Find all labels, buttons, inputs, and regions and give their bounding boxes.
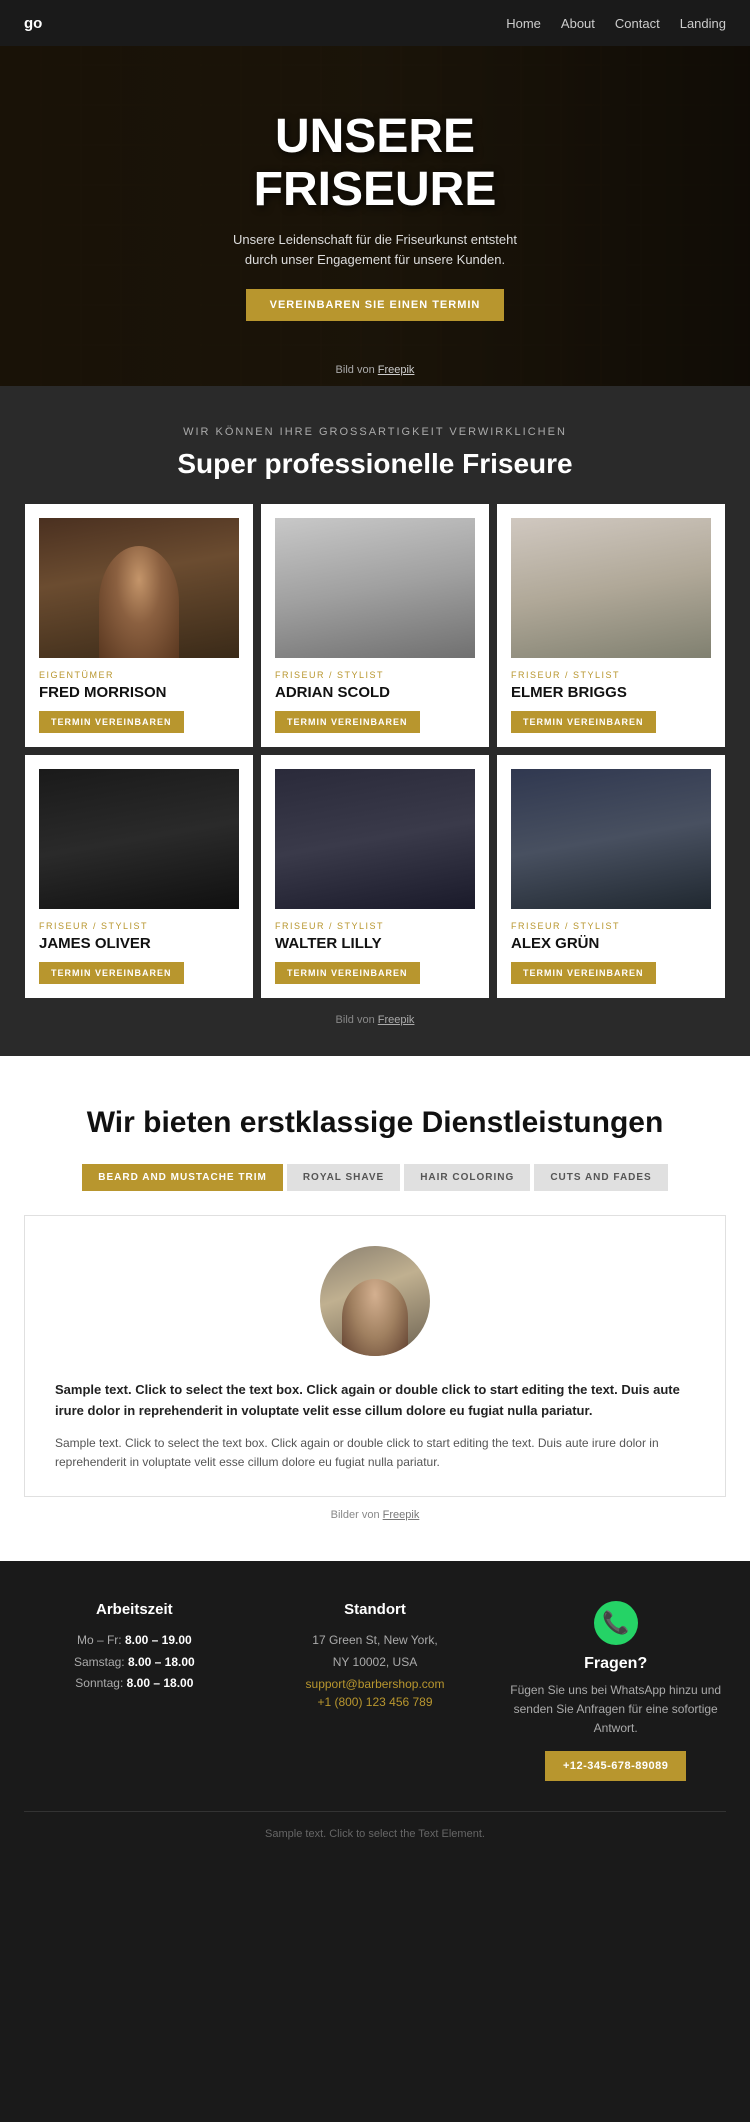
team-card-fred: EIGENTÜMER FRED MORRISON TERMIN VEREINBA… — [25, 504, 253, 747]
team-role-james: FRISEUR / STYLIST — [39, 921, 239, 931]
team-btn-james[interactable]: TERMIN VEREINBAREN — [39, 962, 184, 984]
team-image-elmer — [511, 518, 711, 658]
logo[interactable]: go — [24, 15, 42, 32]
team-name-alex: ALEX GRÜN — [511, 935, 711, 952]
fragen-title: Fragen? — [505, 1655, 726, 1673]
team-role-walter: FRISEUR / STYLIST — [275, 921, 475, 931]
team-image-alex — [511, 769, 711, 909]
team-btn-walter[interactable]: TERMIN VEREINBAREN — [275, 962, 420, 984]
tab-beard[interactable]: BEARD AND MUSTACHE TRIM — [82, 1164, 283, 1191]
hero-credit: Bild von Freepik — [336, 364, 415, 376]
service-tabs: BEARD AND MUSTACHE TRIM ROYAL SHAVE HAIR… — [24, 1164, 726, 1191]
team-name-fred: FRED MORRISON — [39, 684, 239, 701]
footer-arbeitszeit: Arbeitszeit Mo – Fr: 8.00 – 19.00 Samsta… — [24, 1601, 245, 1781]
team-name-walter: WALTER LILLY — [275, 935, 475, 952]
team-image-walter — [275, 769, 475, 909]
team-grid: EIGENTÜMER FRED MORRISON TERMIN VEREINBA… — [25, 504, 725, 998]
nav-home[interactable]: Home — [506, 16, 541, 31]
team-card-elmer: FRISEUR / STYLIST ELMER BRIGGS TERMIN VE… — [497, 504, 725, 747]
team-btn-alex[interactable]: TERMIN VEREINBAREN — [511, 962, 656, 984]
team-credit: Bild von Freepik — [24, 1014, 726, 1026]
team-image-james — [39, 769, 239, 909]
hero-credit-link[interactable]: Freepik — [378, 364, 415, 376]
hours-row-samstag: Samstag: 8.00 – 18.00 — [24, 1652, 245, 1674]
hero-cta-button[interactable]: VEREINBAREN SIE EINEN TERMIN — [246, 289, 505, 321]
nav-contact[interactable]: Contact — [615, 16, 660, 31]
nav-landing[interactable]: Landing — [680, 16, 726, 31]
nav-links: Home About Contact Landing — [506, 16, 726, 31]
team-btn-elmer[interactable]: TERMIN VEREINBAREN — [511, 711, 656, 733]
footer-grid: Arbeitszeit Mo – Fr: 8.00 – 19.00 Samsta… — [24, 1601, 726, 1781]
whatsapp-icon[interactable]: 📞 — [594, 1601, 638, 1645]
team-name-james: JAMES OLIVER — [39, 935, 239, 952]
standort-phone[interactable]: +1 (800) 123 456 789 — [265, 1695, 486, 1709]
hours-row-mofr: Mo – Fr: 8.00 – 19.00 — [24, 1630, 245, 1652]
whatsapp-button[interactable]: +12-345-678-89089 — [545, 1751, 686, 1781]
nav-about[interactable]: About — [561, 16, 595, 31]
team-card-walter: FRISEUR / STYLIST WALTER LILLY TERMIN VE… — [261, 755, 489, 998]
standort-address1: 17 Green St, New York, — [265, 1630, 486, 1652]
hero-content: UNSERE FRISEURE Unsere Leidenschaft für … — [225, 111, 525, 322]
team-card-alex: FRISEUR / STYLIST ALEX GRÜN TERMIN VEREI… — [497, 755, 725, 998]
footer: Arbeitszeit Mo – Fr: 8.00 – 19.00 Samsta… — [0, 1561, 750, 1860]
hero-subtitle: Unsere Leidenschaft für die Friseurkunst… — [225, 230, 525, 269]
team-card-adrian: FRISEUR / STYLIST ADRIAN SCOLD TERMIN VE… — [261, 504, 489, 747]
team-role-elmer: FRISEUR / STYLIST — [511, 670, 711, 680]
navbar: go Home About Contact Landing — [0, 0, 750, 46]
footer-kontakt: 📞 Fragen? Fügen Sie uns bei WhatsApp hin… — [505, 1601, 726, 1781]
services-credit: Bilder von Freepik — [24, 1509, 726, 1521]
service-content-panel: Sample text. Click to select the text bo… — [24, 1215, 726, 1497]
service-text-normal: Sample text. Click to select the text bo… — [55, 1434, 695, 1472]
team-image-adrian — [275, 518, 475, 658]
team-role-adrian: FRISEUR / STYLIST — [275, 670, 475, 680]
fragen-text: Fügen Sie uns bei WhatsApp hinzu und sen… — [505, 1681, 726, 1739]
team-section: WIR KÖNNEN IHRE GROSSARTIGKEIT VERWIRKLI… — [0, 386, 750, 1056]
tab-coloring[interactable]: HAIR COLORING — [404, 1164, 530, 1191]
team-btn-adrian[interactable]: TERMIN VEREINBAREN — [275, 711, 420, 733]
team-role-fred: EIGENTÜMER — [39, 670, 239, 680]
team-name-elmer: ELMER BRIGGS — [511, 684, 711, 701]
services-section: Wir bieten erstklassige Dienstleistungen… — [0, 1056, 750, 1561]
team-section-label: WIR KÖNNEN IHRE GROSSARTIGKEIT VERWIRKLI… — [24, 426, 726, 438]
tab-shave[interactable]: ROYAL SHAVE — [287, 1164, 400, 1191]
arbeitszeit-title: Arbeitszeit — [24, 1601, 245, 1618]
team-section-title: Super professionelle Friseure — [24, 448, 726, 480]
footer-bottom-text: Sample text. Click to select the Text El… — [24, 1828, 726, 1840]
hero-title: UNSERE FRISEURE — [225, 111, 525, 217]
tab-cuts[interactable]: CUTS AND FADES — [534, 1164, 667, 1191]
team-image-fred — [39, 518, 239, 658]
team-btn-fred[interactable]: TERMIN VEREINBAREN — [39, 711, 184, 733]
hours-row-sonntag: Sonntag: 8.00 – 18.00 — [24, 1673, 245, 1695]
service-text-bold: Sample text. Click to select the text bo… — [55, 1380, 695, 1422]
standort-email[interactable]: support@barbershop.com — [265, 1677, 486, 1691]
service-portrait-image — [320, 1246, 430, 1356]
team-credit-link[interactable]: Freepik — [378, 1014, 415, 1026]
standort-address2: NY 10002, USA — [265, 1652, 486, 1674]
team-card-james: FRISEUR / STYLIST JAMES OLIVER TERMIN VE… — [25, 755, 253, 998]
footer-standort: Standort 17 Green St, New York, NY 10002… — [265, 1601, 486, 1781]
services-title: Wir bieten erstklassige Dienstleistungen — [24, 1106, 726, 1140]
standort-title: Standort — [265, 1601, 486, 1618]
footer-bottom: Sample text. Click to select the Text El… — [24, 1811, 726, 1840]
hero-section: UNSERE FRISEURE Unsere Leidenschaft für … — [0, 46, 750, 386]
team-name-adrian: ADRIAN SCOLD — [275, 684, 475, 701]
team-role-alex: FRISEUR / STYLIST — [511, 921, 711, 931]
services-credit-link[interactable]: Freepik — [383, 1509, 420, 1521]
